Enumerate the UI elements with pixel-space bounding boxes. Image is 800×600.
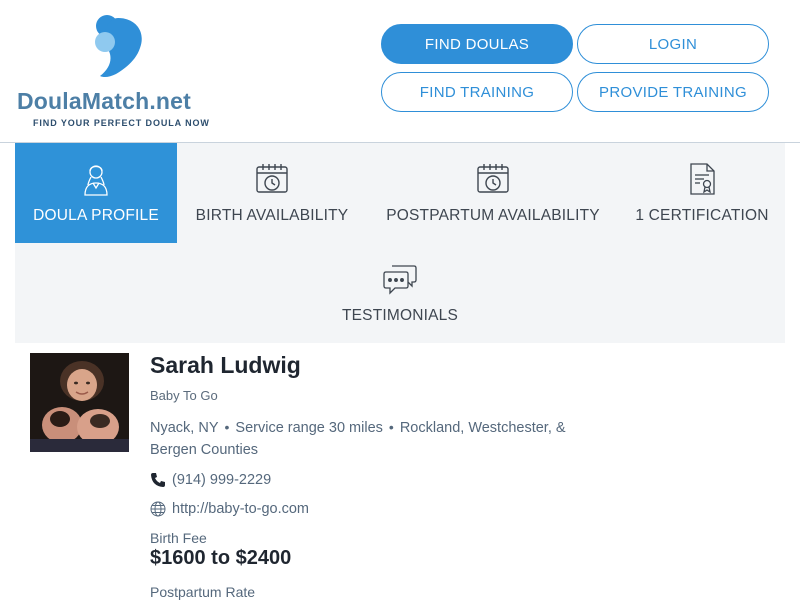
tab-testimonials[interactable]: TESTIMONIALS <box>300 243 500 343</box>
site-logo[interactable]: DoulaMatch.net FIND YOUR PERFECT DOULA N… <box>14 10 224 132</box>
phone-number[interactable]: (914) 999-2229 <box>172 472 271 488</box>
profile-tabs: DOULA PROFILE BIRTH AVAILABILITY POSTPAR… <box>15 143 785 343</box>
profile-photo <box>30 353 129 452</box>
login-button[interactable]: LOGIN <box>577 24 769 64</box>
separator-dot: • <box>224 419 230 435</box>
chat-bubbles-icon <box>382 261 418 297</box>
doula-profile-icon <box>78 161 114 197</box>
tab-label: BIRTH AVAILABILITY <box>195 207 349 224</box>
business-name: Baby To Go <box>150 388 218 403</box>
website-link[interactable]: http://baby-to-go.com <box>172 501 309 517</box>
tab-label: TESTIMONIALS <box>341 307 459 324</box>
tab-label: DOULA PROFILE <box>33 207 159 224</box>
find-doulas-button[interactable]: FIND DOULAS <box>381 24 573 64</box>
tab-certification[interactable]: 1 CERTIFICATION <box>619 143 785 243</box>
provide-training-button[interactable]: PROVIDE TRAINING <box>577 72 769 112</box>
tab-birth-availability[interactable]: BIRTH AVAILABILITY <box>177 143 367 243</box>
globe-icon <box>150 501 166 517</box>
logo-mark-icon <box>95 15 142 78</box>
site-header: DoulaMatch.net FIND YOUR PERFECT DOULA N… <box>0 0 800 143</box>
service-range: Service range 30 miles <box>235 420 383 436</box>
logo-wordmark: DoulaMatch.net <box>17 88 192 114</box>
calendar-clock-icon <box>475 161 511 197</box>
separator-dot: • <box>388 419 394 435</box>
phone-row: (914) 999-2229 <box>150 472 271 488</box>
tab-doula-profile[interactable]: DOULA PROFILE <box>15 143 177 243</box>
tab-label: POSTPARTUM AVAILABILITY <box>386 207 600 224</box>
certificate-icon <box>684 161 720 197</box>
location-info: Nyack, NY • Service range 30 miles • Rocklan… <box>150 416 610 461</box>
website-row: http://baby-to-go.com <box>150 501 309 517</box>
postpartum-rate-label: Postpartum Rate <box>150 584 256 600</box>
tab-label: 1 CERTIFICATION <box>635 207 769 224</box>
city: Nyack, NY <box>150 420 219 436</box>
calendar-clock-icon <box>254 161 290 197</box>
tab-postpartum-availability[interactable]: POSTPARTUM AVAILABILITY <box>367 143 619 243</box>
logo-tagline: FIND YOUR PERFECT DOULA NOW <box>33 118 210 128</box>
find-training-button[interactable]: FIND TRAINING <box>381 72 573 112</box>
birth-fee-value: $1600 to $2400 <box>150 547 292 569</box>
phone-icon <box>150 472 166 488</box>
birth-fee-label: Birth Fee <box>150 530 207 546</box>
doula-name: Sarah Ludwig <box>150 352 301 378</box>
